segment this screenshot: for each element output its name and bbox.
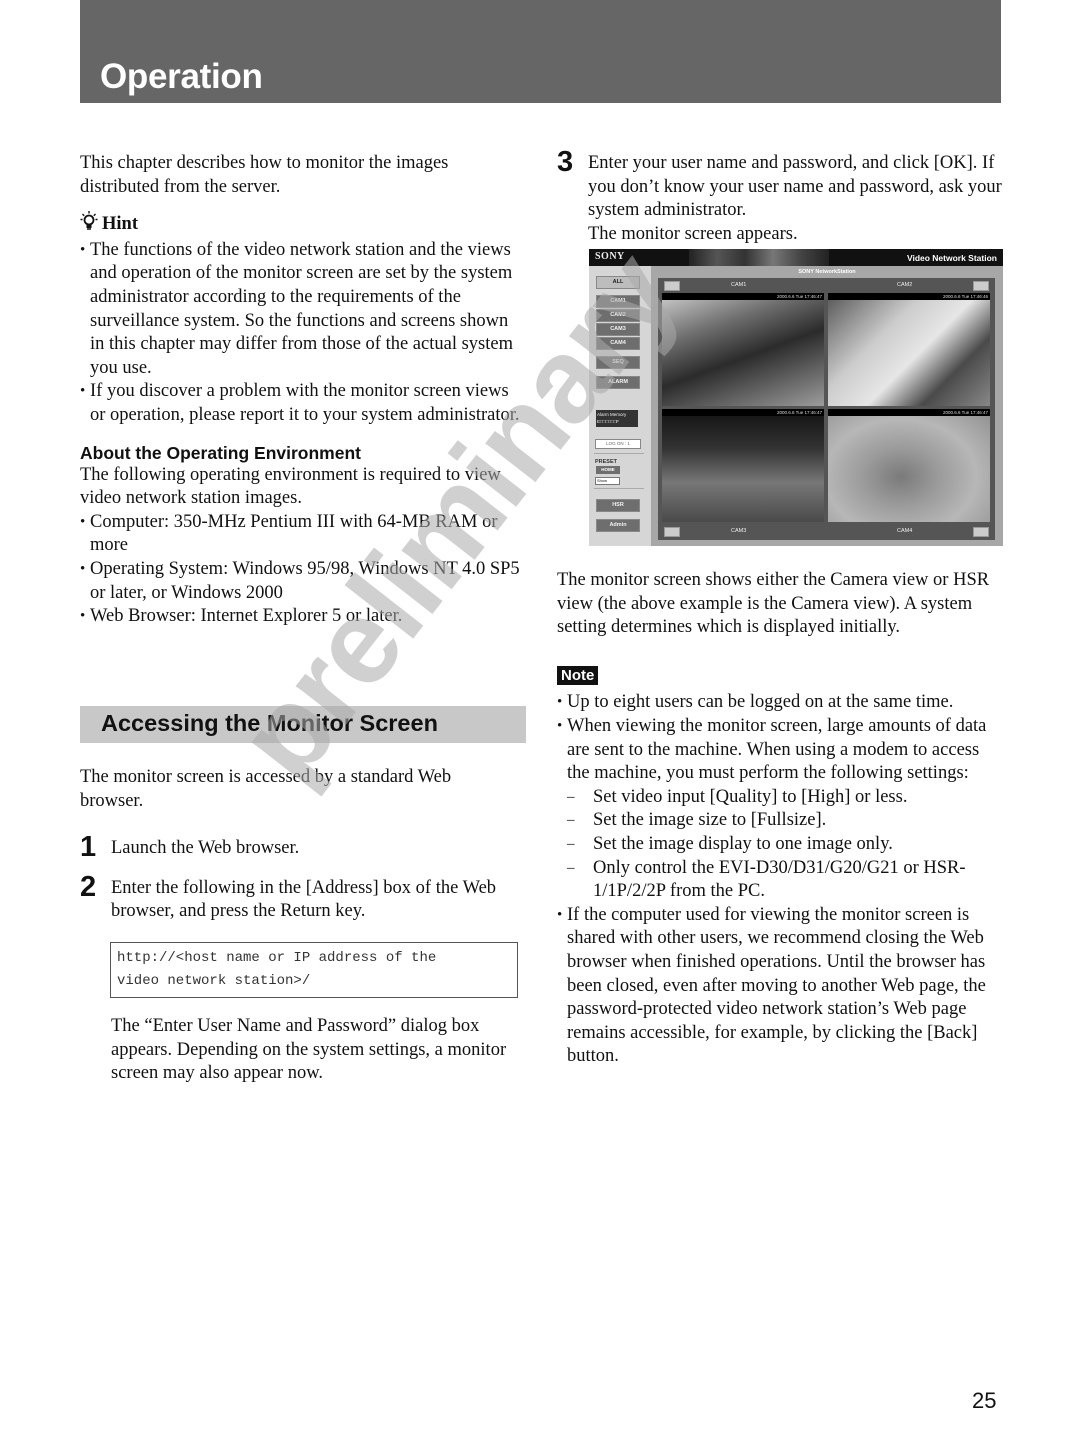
divider: [594, 488, 644, 489]
cam1-button[interactable]: CAM1: [596, 295, 640, 308]
seq-button[interactable]: SEQ: [596, 356, 640, 369]
setting-item: Set the image display to one image only.: [567, 833, 1002, 857]
monitor-screenshot: SONY Video Network Station ALL CAM1 CAM2…: [589, 249, 1003, 546]
modem-settings-list: Set video input [Quality] to [High] or l…: [567, 786, 1002, 904]
home-button[interactable]: HOME: [596, 466, 620, 474]
divider: [594, 453, 644, 454]
page-number: 25: [972, 1388, 997, 1413]
step-text: Launch the Web browser.: [111, 838, 300, 859]
all-button[interactable]: ALL: [596, 276, 640, 289]
note-item: Up to eight users can be logged on at th…: [557, 691, 1002, 715]
setting-item: Set video input [Quality] to [High] or l…: [567, 786, 1002, 810]
dialog-description: The “Enter User Name and Password” dialo…: [111, 1016, 507, 1084]
header-image-strip: [689, 249, 829, 266]
setting-item: Set the image size to [Fullsize].: [567, 809, 1002, 833]
logon-count: LOG ON : 1: [595, 439, 641, 449]
chapter-title: Operation: [100, 57, 263, 96]
alarm-memory-panel: Alarm Memory E□□□□□□F: [596, 410, 638, 427]
step-result: The monitor screen appears.: [588, 223, 798, 244]
note-list: Up to eight users can be logged on at th…: [557, 691, 1002, 1069]
step-2: 2 Enter the following in the [Address] b…: [80, 871, 510, 924]
quad-viewer: CAM1 CAM2 2000.6.6 Tue 17:46:47 2000.6.6…: [658, 278, 995, 540]
admin-button[interactable]: Admin: [596, 519, 640, 532]
right-column-notes: The monitor screen shows either the Came…: [557, 569, 1002, 1069]
note-item: When viewing the monitor screen, large a…: [557, 715, 1002, 904]
right-column-step3: 3 Enter your user name and password, and…: [557, 146, 1002, 246]
camera-feed-4[interactable]: 2000.6.6 Tue 17:46:47: [828, 409, 990, 522]
section-intro: The monitor screen is accessed by a stan…: [80, 767, 452, 811]
after-code-text: The “Enter User Name and Password” dialo…: [111, 1015, 516, 1086]
cam1-label: CAM1: [731, 282, 747, 288]
section-heading-bar: Accessing the Monitor Screen: [80, 706, 526, 743]
hint-item: If you discover a problem with the monit…: [80, 380, 525, 427]
left-column: This chapter describes how to monitor th…: [80, 152, 525, 629]
alarm-memory-value: E□□□□□□F: [597, 419, 620, 424]
feed-timestamp: 2000.6.6 Tue 17:46:47: [828, 409, 990, 416]
note-item-text: When viewing the monitor screen, large a…: [567, 715, 987, 784]
screenshot-caption: The monitor screen shows either the Came…: [557, 570, 990, 638]
hint-title: Hint: [102, 214, 138, 235]
environment-item: Web Browser: Internet Explorer 5 or late…: [80, 605, 525, 629]
camera-feed-3[interactable]: 2000.6.6 Tue 17:46:47: [662, 409, 824, 522]
view-select[interactable]: Show: [595, 477, 620, 485]
camera-feed-2[interactable]: 2000.6.6 Tue 17:46:46: [828, 293, 990, 406]
intro-paragraph: This chapter describes how to monitor th…: [80, 153, 449, 197]
preset-label: PRESET: [595, 459, 618, 465]
environment-item: Computer: 350-MHz Pentium III with 64-MB…: [80, 511, 525, 558]
step-3: 3 Enter your user name and password, and…: [557, 146, 1002, 246]
control-sidebar: ALL CAM1 CAM2 CAM3 CAM4 SEQ ALARM Alarm …: [589, 266, 651, 546]
step-number: 1: [80, 831, 97, 864]
hint-item: The functions of the video network stati…: [80, 239, 525, 381]
environment-heading: About the Operating Environment: [80, 442, 361, 463]
cam4-button[interactable]: CAM4: [596, 337, 640, 350]
url-code-box: http://<host name or IP address of the v…: [110, 942, 518, 998]
camera-area: SONY NetworkStation CAM1 CAM2 2000.6.6 T…: [651, 266, 1003, 546]
camera-feed-1[interactable]: 2000.6.6 Tue 17:46:47: [662, 293, 824, 406]
note-label: Note: [557, 665, 599, 685]
note-heading: Note: [557, 664, 1002, 688]
cam3-label: CAM3: [731, 528, 747, 534]
alarm-button[interactable]: ALARM: [596, 376, 640, 389]
step-number: 2: [80, 870, 97, 903]
step-text: Enter your user name and password, and c…: [588, 153, 1002, 221]
alarm-memory-label: Alarm Memory: [597, 412, 627, 417]
step-1: 1 Launch the Web browser.: [80, 831, 510, 863]
note-item: If the computer used for viewing the mon…: [557, 904, 1002, 1069]
app-title: Video Network Station: [906, 253, 997, 263]
sony-logo: SONY: [595, 251, 625, 262]
camera-icon[interactable]: [973, 281, 989, 291]
chapter-banner: Operation: [80, 0, 1001, 103]
hint-heading: Hint: [80, 211, 525, 239]
section-heading: Accessing the Monitor Screen: [101, 710, 438, 736]
lightbulb-icon: [80, 211, 98, 239]
hsr-button[interactable]: HSR: [596, 499, 640, 512]
camera-icon[interactable]: [973, 527, 989, 537]
code-line: http://<host name or IP address of the: [117, 950, 437, 966]
section-body: The monitor screen is accessed by a stan…: [80, 766, 510, 924]
cam2-button[interactable]: CAM2: [596, 309, 640, 322]
environment-item: Operating System: Windows 95/98, Windows…: [80, 558, 525, 605]
screenshot-header: SONY Video Network Station: [589, 249, 1003, 266]
step-number: 3: [557, 146, 574, 178]
code-line: video network station>/: [117, 973, 311, 989]
station-name: SONY NetworkStation: [798, 269, 856, 275]
setting-item: Only control the EVI-D30/D31/G20/G21 or …: [567, 857, 1002, 904]
environment-intro: The following operating environment is r…: [80, 464, 501, 509]
camera-icon[interactable]: [664, 527, 680, 537]
environment-list: Computer: 350-MHz Pentium III with 64-MB…: [80, 511, 525, 629]
feed-timestamp: 2000.6.6 Tue 17:46:47: [662, 293, 824, 300]
hint-list: The functions of the video network stati…: [80, 239, 525, 428]
cam2-label: CAM2: [897, 282, 913, 288]
cam3-button[interactable]: CAM3: [596, 323, 640, 336]
feed-timestamp: 2000.6.6 Tue 17:46:46: [828, 293, 990, 300]
feed-timestamp: 2000.6.6 Tue 17:46:47: [662, 409, 824, 416]
camera-icon[interactable]: [664, 281, 680, 291]
cam4-label: CAM4: [897, 528, 913, 534]
step-text: Enter the following in the [Address] box…: [111, 877, 497, 922]
